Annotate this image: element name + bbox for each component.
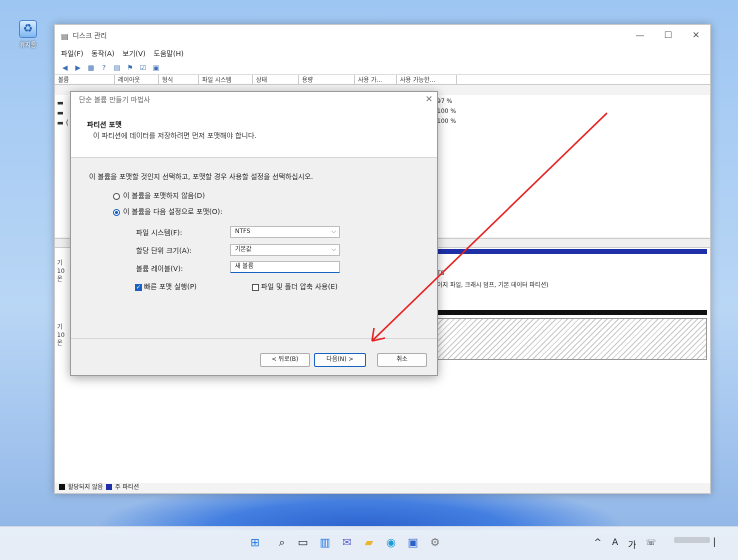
col-free-pct[interactable]: 사용 가능한...: [397, 75, 457, 84]
ime-hangul-indicator[interactable]: 가: [628, 538, 636, 551]
wizard-titlebar[interactable]: 단순 볼륨 만들기 마법사 ✕: [71, 92, 437, 108]
radio-no-format[interactable]: 이 볼륨을 포맷하지 않음(D): [113, 191, 205, 201]
menu-file[interactable]: 파일(F): [61, 49, 83, 59]
recycle-bin-label: 휴지통: [19, 42, 37, 49]
legend: 할당되지 않음 주 파티션: [59, 482, 139, 491]
clock-redacted[interactable]: [674, 537, 710, 543]
wizard-footer: < 뒤로(B) 다음(N) > 취소: [71, 338, 437, 376]
volume-list-header: 볼륨 레이아웃 형식 파일 시스템 상태 용량 사용 가... 사용 가능한..…: [55, 75, 710, 85]
cancel-button[interactable]: 취소: [377, 353, 427, 367]
taskbar: ⊞ ⌕ ▭ ▥ ✉ ▰ ◉ ▣ ⚙ ^ A 가 ☏ ▏: [0, 526, 738, 560]
drive-icon: ▬: [57, 109, 64, 117]
radio-indicator: [113, 192, 120, 200]
wizard-body: 이 볼륨을 포맷할 것인지 선택하고, 포맷할 경우 사용할 설정을 선택하십시…: [71, 158, 437, 338]
edge-icon[interactable]: ◉: [384, 536, 398, 550]
store-icon[interactable]: ▣: [406, 536, 420, 550]
col-filesystem[interactable]: 파일 시스템: [199, 75, 253, 84]
close-button[interactable]: ✕: [682, 31, 710, 41]
toolbar: ◀ ▶ ▦ ? ▤ ⚑ ☑ ▣: [55, 61, 710, 75]
legend-primary: 주 파티션: [115, 484, 140, 491]
network-icon[interactable]: ☏: [646, 538, 656, 547]
window-title: 디스크 관리: [72, 32, 107, 40]
task-view-icon[interactable]: ▭: [296, 536, 310, 550]
next-button[interactable]: 다음(N) >: [314, 353, 366, 367]
checkbox-unchecked-icon: [252, 283, 259, 291]
minimize-button[interactable]: —: [626, 31, 654, 41]
volume-row[interactable]: ▬: [57, 99, 64, 107]
menu-view[interactable]: 보기(V): [123, 49, 146, 59]
wizard-title: 단순 볼륨 만들기 마법사: [79, 96, 151, 104]
start-icon[interactable]: ⊞: [248, 536, 262, 550]
col-status[interactable]: 상태: [253, 75, 299, 84]
tray-chevron-icon[interactable]: ^: [594, 538, 602, 548]
checkbox-checked-icon: ✓: [135, 283, 142, 291]
new-simple-volume-wizard: 단순 볼륨 만들기 마법사 ✕ 파티션 포맷 이 파티션에 데이터를 저장하려면…: [70, 91, 438, 376]
recycle-bin-icon: ♻: [19, 20, 37, 38]
window-titlebar[interactable]: ▤ 디스크 관리 — ☐ ✕: [55, 25, 710, 47]
rescan-icon[interactable]: ⚑: [125, 63, 135, 73]
disk-0-label[interactable]: 기 10 온: [57, 260, 65, 284]
allocation-unit-select[interactable]: 기본값 ⌵: [230, 244, 340, 256]
disk-management-app-icon: ▤: [61, 31, 69, 41]
disk-1-unallocated-bar: [437, 310, 707, 315]
help-icon[interactable]: ?: [99, 63, 109, 73]
radio-indicator-selected: [113, 208, 120, 216]
search-icon[interactable]: ⌕: [275, 536, 289, 550]
col-volume[interactable]: 볼륨: [55, 75, 115, 84]
drive-icon: ▬: [57, 119, 64, 127]
chevron-down-icon: ⌵: [331, 246, 336, 253]
menu-help[interactable]: 도움말(H): [154, 49, 184, 59]
list-icon[interactable]: ▣: [151, 63, 161, 73]
volume-row[interactable]: ▬: [57, 109, 64, 117]
disk-0-partition-bar[interactable]: [437, 249, 707, 254]
volume-label-label: 볼륨 레이블(V):: [136, 265, 184, 273]
disk-1-unallocated-space[interactable]: [437, 318, 707, 360]
view-icon[interactable]: ▤: [112, 63, 122, 73]
disk-management-taskbar-icon[interactable]: ⚙: [428, 536, 442, 550]
filesystem-select[interactable]: NTFS ⌵: [230, 226, 340, 238]
check-icon[interactable]: ☑: [138, 63, 148, 73]
drive-icon: ▬: [57, 99, 64, 107]
file-explorer-icon[interactable]: ▰: [362, 536, 376, 550]
wizard-close-button[interactable]: ✕: [421, 95, 437, 105]
allocation-unit-label: 할당 단위 크기(A):: [136, 247, 192, 255]
wizard-heading: 파티션 포맷: [87, 121, 122, 129]
chat-icon[interactable]: ✉: [340, 536, 354, 550]
legend-swatch-primary: [106, 483, 113, 490]
wizard-instruction: 이 볼륨을 포맷할 것인지 선택하고, 포맷할 경우 사용할 설정을 선택하십시…: [89, 173, 314, 181]
legend-unallocated: 할당되지 않음: [68, 484, 104, 491]
volume-row[interactable]: ▬ (: [57, 119, 69, 127]
desktop-recycle-bin[interactable]: ♻ 휴지통: [14, 20, 42, 49]
volume-free-pct: 100 %: [437, 118, 457, 125]
wizard-subheading: 이 파티션에 데이터를 저장하려면 먼저 포맷해야 합니다.: [93, 132, 257, 140]
volume-free-pct: 100 %: [437, 108, 457, 115]
disk-1-label[interactable]: 기 10 온: [57, 324, 65, 348]
menu-action[interactable]: 동작(A): [91, 49, 114, 59]
disk-0-partition-desc: 이지 파일, 크래시 덤프, 기본 데이터 파티션): [437, 282, 549, 289]
ime-indicator[interactable]: A: [612, 538, 618, 548]
quick-format-checkbox[interactable]: ✓ 빠른 포맷 실행(P): [135, 282, 197, 292]
chevron-down-icon: ⌵: [331, 228, 336, 235]
forward-arrow-icon[interactable]: ▶: [73, 63, 83, 73]
col-type[interactable]: 형식: [159, 75, 199, 84]
radio-format[interactable]: 이 볼륨을 다음 설정으로 포맷(O):: [113, 207, 223, 217]
back-arrow-icon[interactable]: ◀: [60, 63, 70, 73]
volume-label-input[interactable]: 새 볼륨: [230, 261, 340, 273]
col-free[interactable]: 사용 가...: [355, 75, 397, 84]
filesystem-label: 파일 시스템(F):: [136, 229, 183, 237]
wizard-header: 파티션 포맷 이 파티션에 데이터를 저장하려면 먼저 포맷해야 합니다.: [71, 108, 437, 158]
back-button[interactable]: < 뒤로(B): [260, 353, 310, 367]
volume-free-pct: 97 %: [437, 98, 453, 105]
legend-swatch-unallocated: [59, 483, 65, 490]
compression-checkbox[interactable]: 파일 및 폴더 압축 사용(E): [252, 282, 338, 292]
maximize-button[interactable]: ☐: [654, 31, 682, 41]
notification-icon[interactable]: ▏: [714, 538, 720, 547]
disk-0-partition-fs: TS: [437, 270, 445, 277]
properties-icon[interactable]: ▦: [86, 63, 96, 73]
col-layout[interactable]: 레이아웃: [115, 75, 159, 84]
widgets-icon[interactable]: ▥: [318, 536, 332, 550]
col-capacity[interactable]: 용량: [299, 75, 355, 84]
menubar: 파일(F) 동작(A) 보기(V) 도움말(H): [55, 47, 710, 61]
